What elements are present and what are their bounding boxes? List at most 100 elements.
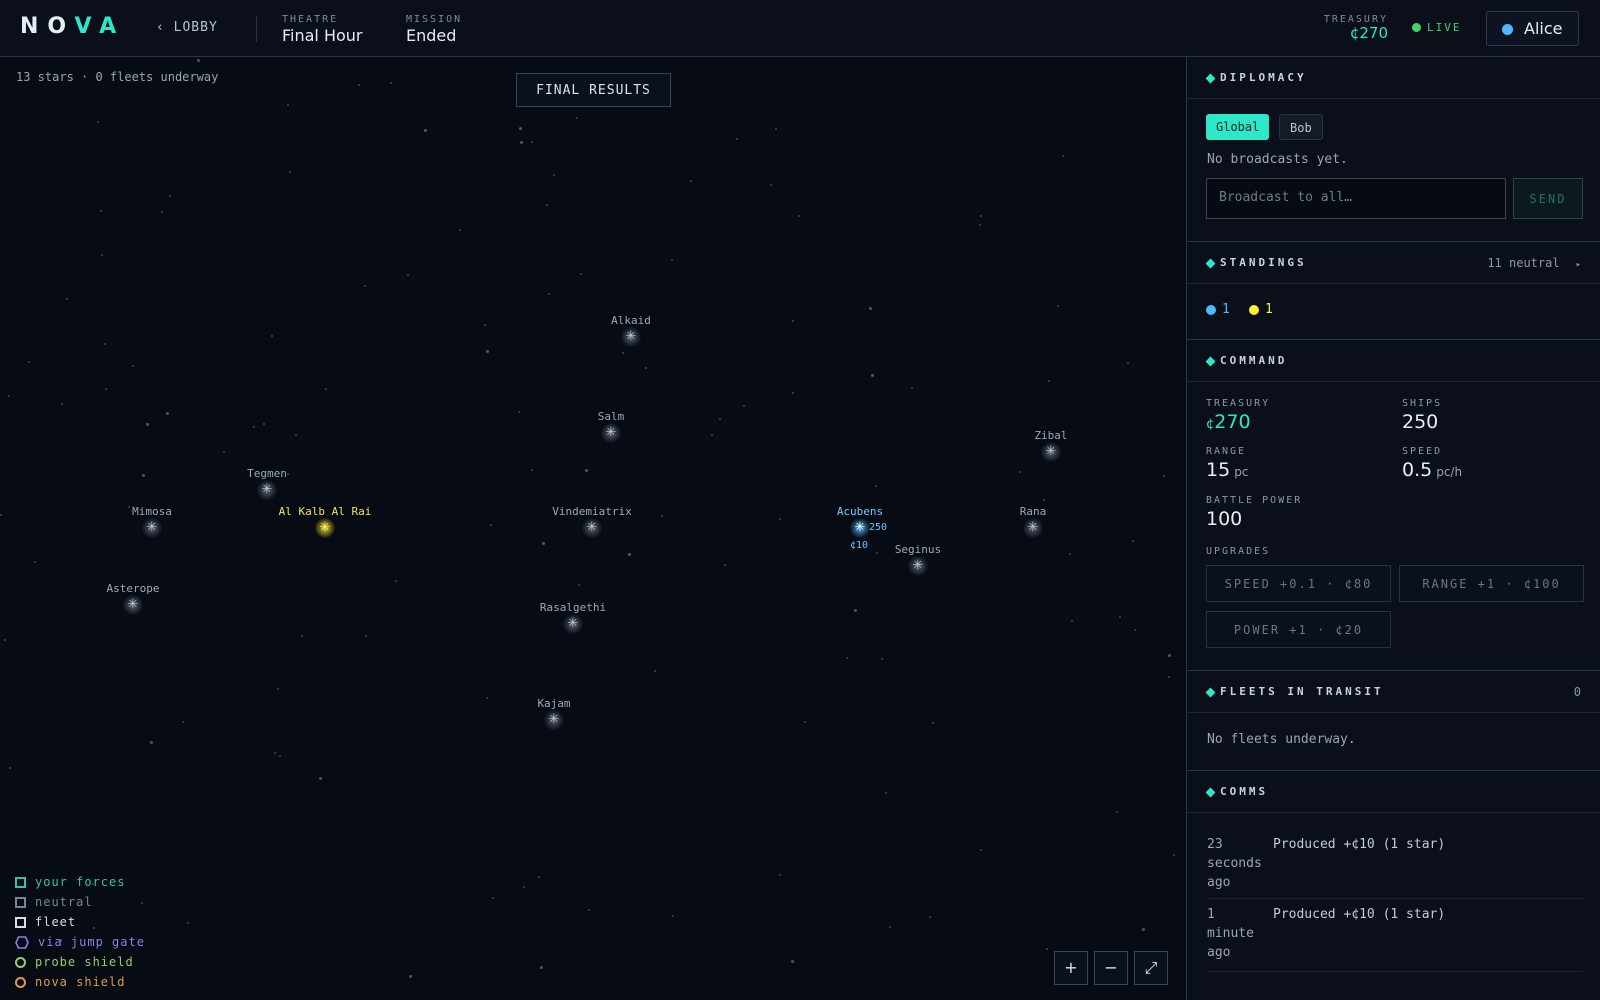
background-star <box>736 138 738 140</box>
background-star <box>287 104 289 106</box>
upgrade-speed-button[interactable]: SPEED +0.1 · ¢80 <box>1206 565 1391 602</box>
final-results-button[interactable]: FINAL RESULTS <box>516 73 671 107</box>
broadcast-input[interactable]: Broadcast to all… <box>1206 178 1506 219</box>
diamond-icon <box>1205 258 1216 269</box>
background-star <box>289 171 291 173</box>
background-star <box>538 876 540 878</box>
background-star <box>0 514 2 516</box>
background-star <box>546 204 548 206</box>
diamond-icon <box>1205 787 1216 798</box>
background-star <box>1168 654 1171 657</box>
background-star <box>101 254 103 256</box>
upgrades-label: UPGRADES <box>1206 546 1271 557</box>
background-star <box>519 127 522 130</box>
legend-neutral: neutral <box>15 892 145 912</box>
star-icon: ✳ <box>605 425 617 440</box>
square-icon <box>15 916 26 928</box>
background-star <box>8 395 10 397</box>
background-star <box>97 121 99 123</box>
star-icon: ✳ <box>319 520 331 535</box>
star-label: Seginus <box>894 543 942 556</box>
star-ship-count: 250 <box>869 522 888 533</box>
star-label: Salm <box>597 410 625 423</box>
background-star <box>531 141 533 143</box>
background-star <box>365 635 367 637</box>
lobby-back-link[interactable]: ‹ LOBBY <box>156 20 218 35</box>
star-label: Acubens <box>836 505 884 518</box>
background-star <box>792 392 794 394</box>
background-star <box>1134 629 1136 631</box>
zoom-out-button[interactable]: − <box>1094 951 1128 985</box>
background-star <box>1168 676 1170 678</box>
background-star <box>166 412 169 415</box>
background-star <box>791 960 794 963</box>
background-star <box>486 350 489 353</box>
expand-arrow-icon: ▸ <box>1575 260 1581 270</box>
nova-logo: NOVA <box>20 14 126 39</box>
background-star <box>711 434 713 436</box>
background-star <box>576 117 578 119</box>
zoom-in-button[interactable]: + <box>1054 951 1088 985</box>
background-star <box>531 469 533 471</box>
background-star <box>1127 362 1129 364</box>
background-star <box>325 388 327 390</box>
send-button[interactable]: SEND <box>1513 178 1583 219</box>
upgrade-power-button[interactable]: POWER +1 · ¢20 <box>1206 611 1391 648</box>
background-star <box>979 224 981 226</box>
background-star <box>980 849 982 851</box>
background-star <box>409 975 412 978</box>
theatre-name: Final Hour <box>282 26 363 45</box>
background-star <box>798 215 800 217</box>
command-ships: SHIPS 250 <box>1402 398 1443 433</box>
command-range: RANGE 15 pc <box>1206 446 1249 481</box>
background-star <box>548 293 550 295</box>
background-star <box>1119 616 1121 618</box>
neutral-count: 11 neutral <box>1487 256 1560 270</box>
background-star <box>1062 155 1064 157</box>
background-star <box>492 897 494 899</box>
command-speed: SPEED 0.5 pc/h <box>1402 446 1463 481</box>
background-star <box>585 469 588 472</box>
diamond-icon <box>1205 73 1216 84</box>
background-star <box>9 767 11 769</box>
background-star <box>1069 553 1071 555</box>
user-button[interactable]: Alice <box>1486 11 1579 46</box>
comms-header: COMMS <box>1187 771 1600 813</box>
background-star <box>520 141 523 144</box>
player-dot-icon <box>1206 304 1216 315</box>
background-star <box>542 542 545 545</box>
square-icon <box>15 876 26 888</box>
comms-entry: 1 minute ago Produced +¢10 (1 star) <box>1207 905 1583 972</box>
tab-bob[interactable]: Bob <box>1279 114 1323 140</box>
background-star <box>929 916 931 918</box>
background-star <box>540 966 543 969</box>
circle-icon <box>15 976 26 988</box>
background-star <box>407 274 409 276</box>
background-star <box>1173 854 1175 856</box>
background-star <box>779 874 781 876</box>
background-star <box>911 387 913 389</box>
background-star <box>1048 380 1050 382</box>
diamond-icon <box>1205 356 1216 367</box>
upgrade-range-button[interactable]: RANGE +1 · ¢100 <box>1399 565 1584 602</box>
background-star <box>1132 540 1134 542</box>
tab-global[interactable]: Global <box>1206 114 1270 140</box>
mission-info: MISSION Ended <box>406 14 463 45</box>
background-star <box>932 722 934 724</box>
background-star <box>1046 948 1048 950</box>
background-star <box>132 365 134 367</box>
legend-probe-shield: probe shield <box>15 952 145 972</box>
star-label: Zibal <box>1034 429 1068 442</box>
rival-dot-icon <box>1249 304 1259 315</box>
fleets-header: FLEETS IN TRANSIT 0 <box>1187 671 1600 713</box>
galaxy-map[interactable]: 13 stars · 0 fleets underway FINAL RESUL… <box>0 57 1186 1000</box>
background-star <box>34 561 36 563</box>
background-star <box>846 657 848 659</box>
fit-view-button[interactable]: ⤢ <box>1134 951 1168 985</box>
header-divider <box>256 16 257 42</box>
standings-header[interactable]: STANDINGS 11 neutral ▸ <box>1187 242 1600 284</box>
background-star <box>724 564 726 566</box>
background-star <box>61 403 63 405</box>
star-label: Asterope <box>106 582 160 595</box>
legend-fleet: fleet <box>15 912 145 932</box>
